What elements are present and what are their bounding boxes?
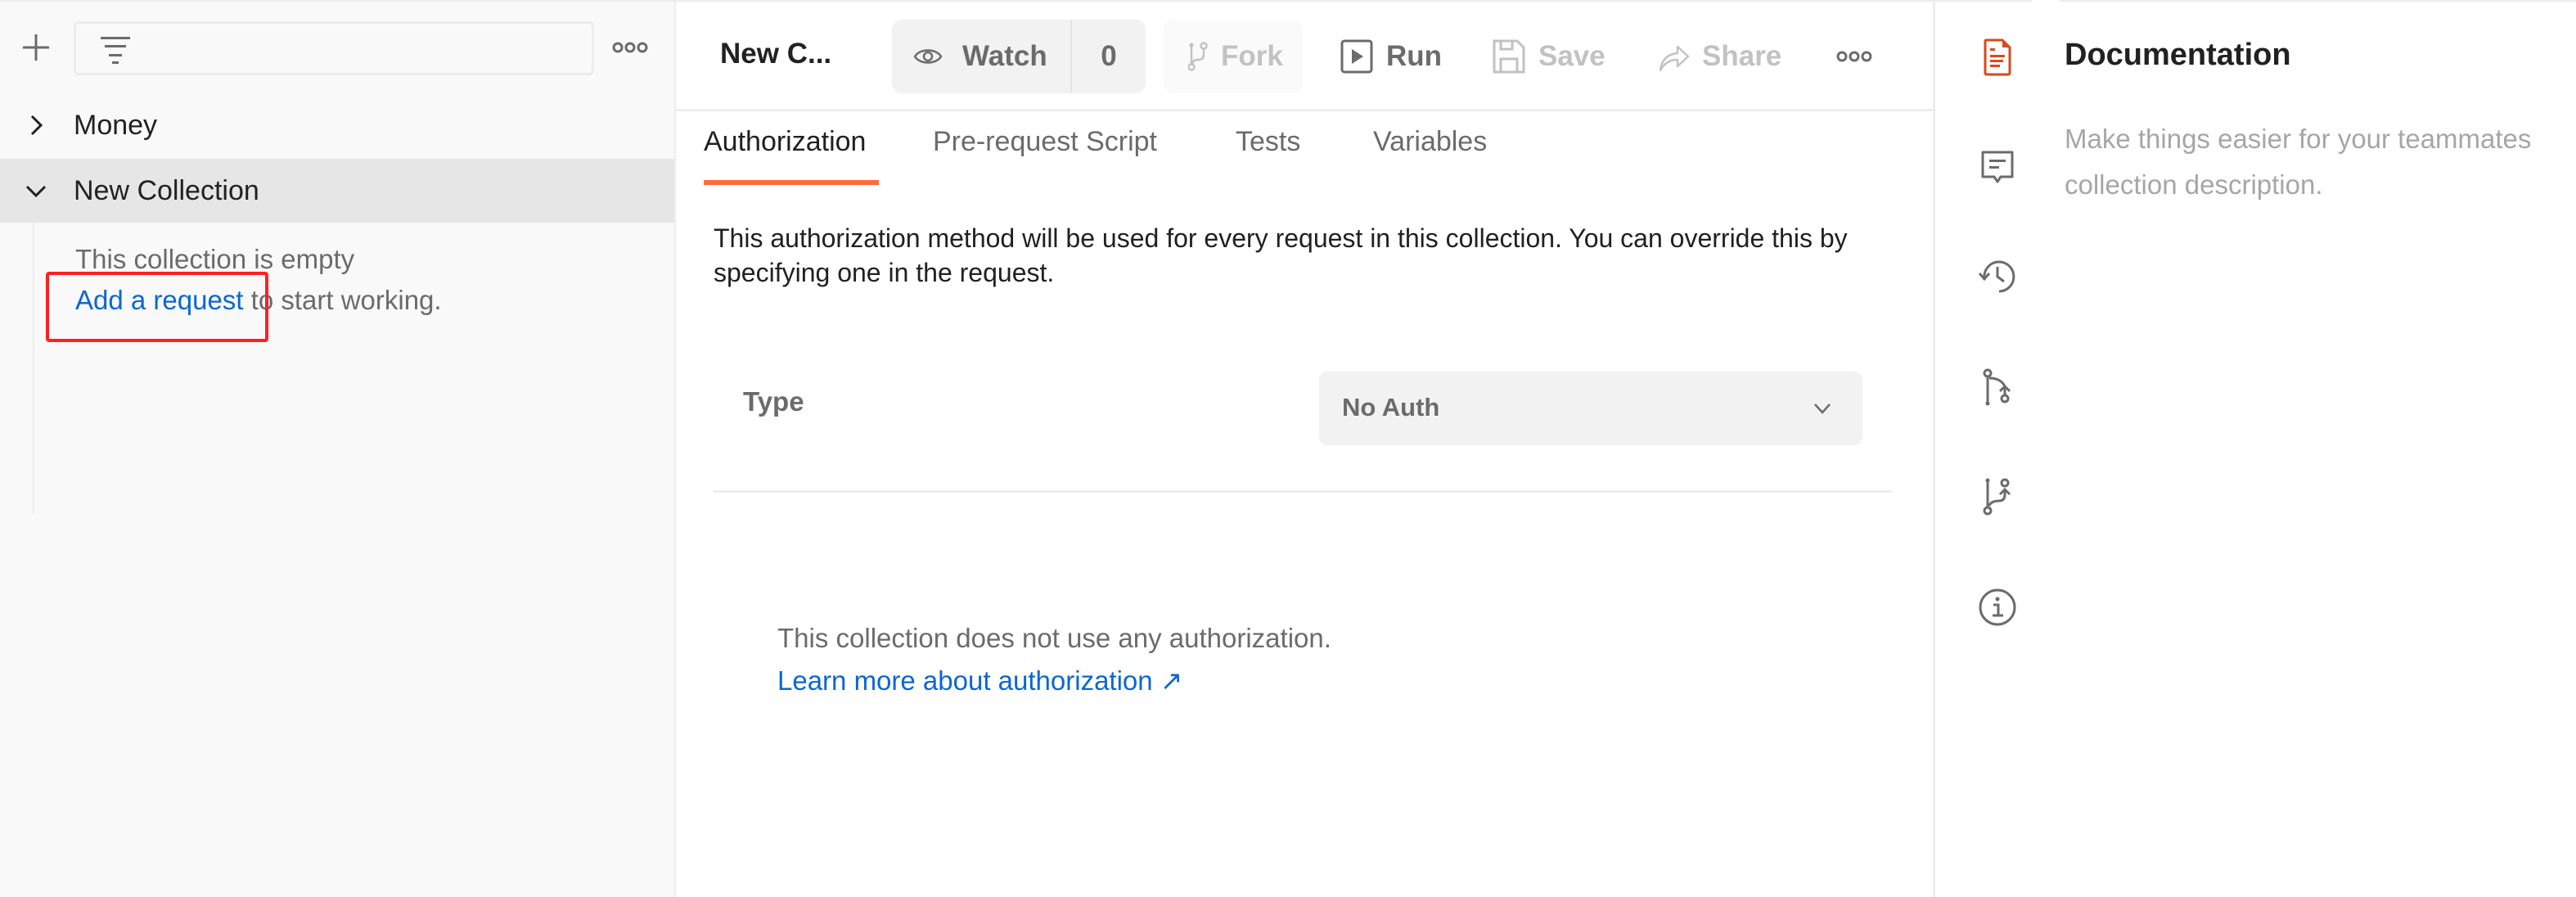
- save-icon: [1493, 39, 1525, 74]
- chevron-down-icon: [1814, 403, 1831, 414]
- documentation-icon: [1984, 38, 2011, 76]
- no-auth-text: This collection does not use any authori…: [777, 623, 1331, 653]
- comments-icon: [1981, 151, 2014, 183]
- save-label: Save: [1538, 40, 1605, 72]
- run-label: Run: [1386, 40, 1443, 72]
- share-icon: [1659, 45, 1690, 72]
- collection-name: New Collection: [74, 174, 259, 206]
- auth-type-label: Type: [743, 386, 804, 417]
- collection-more-button[interactable]: [1836, 20, 1872, 93]
- plus-icon: [23, 34, 49, 61]
- tab-pre-request-script[interactable]: Pre-request Script: [933, 126, 1157, 185]
- add-request-link[interactable]: Add a request: [75, 285, 243, 315]
- pull-requests-button[interactable]: [1975, 365, 2020, 411]
- comments-button[interactable]: [1975, 144, 2020, 190]
- more-horizontal-icon: [1836, 51, 1872, 62]
- sidebar-search-input[interactable]: [74, 21, 594, 75]
- watch-label: Watch: [962, 40, 1047, 72]
- tab-tests[interactable]: Tests: [1236, 126, 1300, 185]
- right-context-panel: Documentation Make things easier for you…: [1933, 0, 2576, 897]
- tab-authorization[interactable]: Authorization: [704, 126, 879, 185]
- app-window: Money New Collection This collection is …: [0, 0, 2576, 897]
- info-button[interactable]: [1975, 584, 2020, 630]
- collection-item-new-collection[interactable]: New Collection: [0, 159, 674, 223]
- documentation-button[interactable]: [1975, 34, 2020, 80]
- pull-request-icon: [1983, 368, 2011, 406]
- empty-hint-suffix: to start working.: [243, 285, 442, 315]
- sidebar-more-button[interactable]: [612, 38, 648, 57]
- sidebar-toolbar: [0, 2, 674, 93]
- documentation-description-line2: collection description.: [2065, 169, 2323, 200]
- watch-button-group: Watch 0: [892, 20, 1146, 93]
- info-icon: [1979, 588, 2016, 626]
- share-label: Share: [1702, 40, 1782, 72]
- collection-editor: New C... Watch 0 Fork Run Save Share Aut…: [676, 2, 1933, 897]
- tab-label: Variables: [1373, 126, 1488, 157]
- share-button[interactable]: Share: [1658, 20, 1781, 93]
- documentation-description[interactable]: Make things easier for your teammates co…: [2065, 116, 2576, 208]
- history-icon: [1978, 260, 2015, 293]
- fork-label: Fork: [1221, 40, 1283, 72]
- play-icon: [1340, 39, 1373, 74]
- auth-type-value: No Auth: [1342, 393, 1440, 421]
- learn-more-authorization-link[interactable]: Learn more about authorization ↗: [777, 660, 1331, 702]
- save-button[interactable]: Save: [1493, 20, 1605, 93]
- more-horizontal-icon: [612, 42, 648, 53]
- authorization-description: This authorization method will be used f…: [714, 223, 1848, 287]
- empty-collection-hint: Add a request to start working.: [75, 285, 442, 316]
- filter-icon: [101, 37, 130, 64]
- sidebar: Money New Collection This collection is …: [0, 2, 676, 897]
- documentation-description-line1: Make things easier for your teammates: [2065, 124, 2532, 154]
- fork-info-icon: [1983, 478, 2011, 516]
- fork-button[interactable]: Fork: [1164, 20, 1303, 93]
- forks-button[interactable]: [1975, 473, 2020, 519]
- watch-count[interactable]: 0: [1070, 20, 1146, 93]
- tab-variables[interactable]: Variables: [1373, 126, 1487, 185]
- fork-icon: [1188, 42, 1208, 71]
- auth-type-select[interactable]: No Auth: [1319, 372, 1862, 445]
- no-auth-message: This collection does not use any authori…: [777, 617, 1331, 702]
- collection-header: New C... Watch 0 Fork Run Save Share: [676, 2, 1933, 111]
- watch-button[interactable]: Watch: [892, 20, 1070, 93]
- empty-collection-state: This collection is empty Add a request t…: [33, 223, 674, 514]
- new-collection-button[interactable]: [20, 31, 52, 64]
- tab-label: Authorization: [704, 126, 867, 157]
- empty-collection-text: This collection is empty: [75, 244, 355, 274]
- eye-icon: [913, 49, 943, 64]
- active-panel-tab-gap: [2032, 0, 2060, 3]
- chevron-right-icon[interactable]: [23, 112, 49, 138]
- history-button[interactable]: [1975, 254, 2020, 300]
- collection-name: Money: [74, 109, 158, 141]
- collection-title[interactable]: New C...: [720, 38, 831, 70]
- chevron-down-icon[interactable]: [23, 178, 49, 204]
- auth-type-row: Type No Auth: [714, 362, 1892, 493]
- collection-item-money[interactable]: Money: [0, 93, 674, 157]
- tab-label: Pre-request Script: [933, 126, 1157, 157]
- run-button[interactable]: Run: [1340, 20, 1442, 93]
- tab-label: Tests: [1236, 126, 1301, 157]
- documentation-title: Documentation: [2065, 38, 2291, 72]
- active-tab-indicator: [704, 180, 879, 185]
